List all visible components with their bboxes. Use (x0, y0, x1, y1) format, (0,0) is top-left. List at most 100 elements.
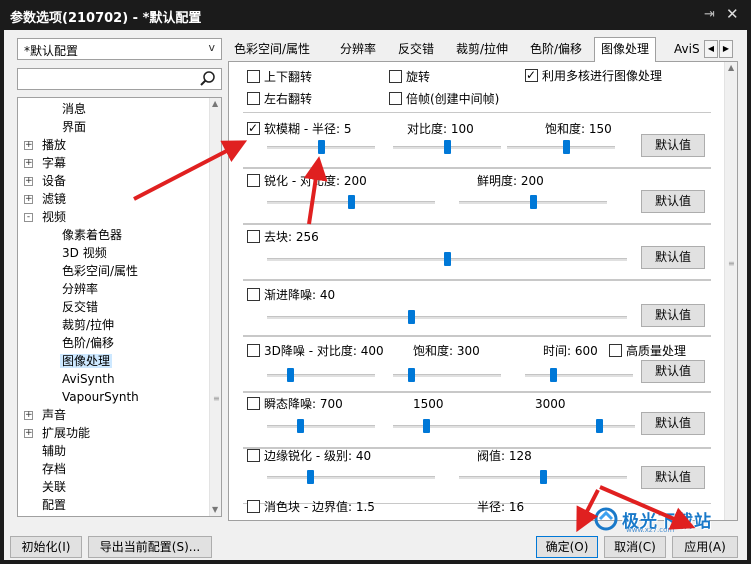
progressive-denoise-default-button[interactable]: 默认值 (641, 304, 705, 327)
tree-item[interactable]: VapourSynth (62, 388, 139, 406)
edge-sharpen-default-button[interactable]: 默认值 (641, 466, 705, 489)
slider-thumb[interactable] (348, 195, 355, 209)
tree-item[interactable]: 像素着色器 (62, 226, 122, 244)
slider-thumb[interactable] (596, 419, 603, 433)
multicore-checkbox[interactable]: 利用多核进行图像处理 (525, 67, 662, 84)
checkbox-box[interactable] (247, 230, 260, 243)
magnifier-icon[interactable] (199, 70, 217, 88)
tab-scroll-left-icon[interactable]: ◀ (704, 40, 718, 58)
checkbox-box[interactable] (247, 344, 260, 357)
slider-track[interactable] (267, 425, 375, 428)
slider-thumb[interactable] (408, 310, 415, 324)
tree-item[interactable]: 配置 (42, 496, 66, 514)
tree-item[interactable]: 色阶/偏移 (62, 334, 114, 352)
pin-icon[interactable]: ⇥ (704, 7, 715, 22)
tab-0[interactable]: 色彩空间/属性 (228, 40, 316, 61)
slider-thumb[interactable] (307, 470, 314, 484)
slider-thumb[interactable] (297, 419, 304, 433)
tree-item[interactable]: 分辨率 (62, 280, 98, 298)
dechroma-checkbox[interactable]: 消色块 - 边界值: 1.5 (247, 499, 375, 515)
tree-expander-icon[interactable]: - (24, 213, 33, 222)
slider-thumb[interactable] (318, 140, 325, 154)
checkbox-box[interactable] (609, 344, 622, 357)
high-quality-checkbox[interactable]: 高质量处理 (609, 343, 686, 359)
slider-thumb[interactable] (423, 419, 430, 433)
tree-item[interactable]: 界面 (62, 118, 86, 136)
flip-horizontal-checkbox[interactable]: 左右翻转 (247, 91, 312, 107)
slider-thumb[interactable] (444, 252, 451, 266)
tree-item[interactable]: 图像处理 (60, 352, 113, 370)
tab-5[interactable]: 图像处理 (594, 37, 657, 62)
transient-denoise-default-button[interactable]: 默认值 (641, 412, 705, 435)
checkbox-box[interactable] (247, 70, 260, 83)
slider-thumb[interactable] (530, 195, 537, 209)
checkbox-box[interactable] (247, 174, 260, 187)
checkbox-box[interactable] (247, 449, 260, 462)
ok-button[interactable]: 确定(O) (536, 536, 598, 558)
slider-track[interactable] (393, 425, 501, 428)
transient-denoise-slider-1[interactable] (267, 419, 375, 433)
tab-6[interactable]: AviS (668, 40, 706, 61)
checkbox-box[interactable] (389, 70, 402, 83)
soft-blur-saturation-slider[interactable] (507, 140, 615, 154)
tree-expander-icon[interactable]: + (24, 159, 33, 168)
slider-thumb[interactable] (408, 368, 415, 382)
init-button[interactable]: 初始化(I) (10, 536, 82, 558)
checkbox-box[interactable] (247, 288, 260, 301)
settings-tree[interactable]: ▲ ≡ ▼ 消息 界面 + 播放 + 字幕 + 设备 + 滤镜 - 视频 像素着色器 3D 视频 色彩空间/… (17, 97, 222, 517)
edge-sharpen-checkbox[interactable]: 边缘锐化 - 级别: 40 (247, 448, 371, 464)
checkbox-box[interactable] (247, 120, 260, 136)
tree-item[interactable]: 设备 (42, 172, 66, 190)
soft-blur-default-button[interactable]: 默认值 (641, 134, 705, 157)
tree-item[interactable]: 扩展功能 (42, 424, 90, 442)
tree-expander-icon[interactable]: + (24, 411, 33, 420)
search-input[interactable] (17, 68, 222, 90)
progressive-denoise-slider[interactable] (267, 310, 627, 324)
checkbox-box[interactable] (389, 92, 402, 105)
tree-expander-icon[interactable]: + (24, 141, 33, 150)
slider-track[interactable] (267, 476, 435, 479)
transient-denoise-slider-3[interactable] (501, 419, 635, 433)
slider-thumb[interactable] (563, 140, 570, 154)
tree-item[interactable]: 字幕 (42, 154, 66, 172)
tree-expander-icon[interactable]: + (24, 177, 33, 186)
slider-track[interactable] (267, 374, 375, 377)
edge-sharpen-level-slider[interactable] (267, 470, 435, 484)
checkbox-box[interactable] (247, 92, 260, 105)
panel-scrollbar[interactable]: ▲ ≡ (724, 62, 737, 520)
tree-item[interactable]: 消息 (62, 100, 86, 118)
sharpen-vividness-slider[interactable] (459, 195, 607, 209)
denoise3d-time-slider[interactable] (525, 368, 633, 382)
profile-dropdown[interactable]: *默认配置 v (17, 38, 222, 60)
tab-4[interactable]: 色阶/偏移 (524, 40, 588, 61)
cancel-button[interactable]: 取消(C) (604, 536, 666, 558)
slider-track[interactable] (501, 425, 635, 428)
tree-item[interactable]: 存档 (42, 460, 66, 478)
tree-scrollbar[interactable]: ▲ ≡ ▼ (209, 98, 221, 516)
transient-denoise-checkbox[interactable]: 瞬态降噪: 700 (247, 396, 343, 412)
soft-blur-checkbox[interactable]: 软模糊 - 半径: 5 (247, 120, 351, 137)
sharpen-default-button[interactable]: 默认值 (641, 190, 705, 213)
slider-track[interactable] (525, 374, 633, 377)
tree-expander-icon[interactable]: + (24, 195, 33, 204)
denoise3d-checkbox[interactable]: 3D降噪 - 对比度: 400 (247, 343, 384, 359)
denoise3d-default-button[interactable]: 默认值 (641, 360, 705, 383)
flip-vertical-checkbox[interactable]: 上下翻转 (247, 69, 312, 85)
denoise3d-saturation-slider[interactable] (393, 368, 501, 382)
checkbox-box[interactable] (525, 67, 538, 83)
tree-item[interactable]: 滤镜 (42, 190, 66, 208)
slider-track[interactable] (507, 146, 615, 149)
slider-thumb[interactable] (444, 140, 451, 154)
soft-blur-radius-slider[interactable] (267, 140, 375, 154)
deblock-checkbox[interactable]: 去块: 256 (247, 229, 319, 245)
deblock-slider[interactable] (267, 252, 627, 266)
tree-item[interactable]: 裁剪/拉伸 (62, 316, 114, 334)
denoise3d-contrast-slider[interactable] (267, 368, 375, 382)
scroll-up-icon[interactable]: ▲ (728, 63, 734, 72)
edge-sharpen-threshold-slider[interactable] (459, 470, 627, 484)
slider-thumb[interactable] (550, 368, 557, 382)
tree-item[interactable]: 3D 视频 (62, 244, 107, 262)
tree-item[interactable]: 视频 (42, 208, 66, 226)
scroll-grip-icon[interactable]: ≡ (213, 394, 220, 403)
checkbox-box[interactable] (247, 397, 260, 410)
